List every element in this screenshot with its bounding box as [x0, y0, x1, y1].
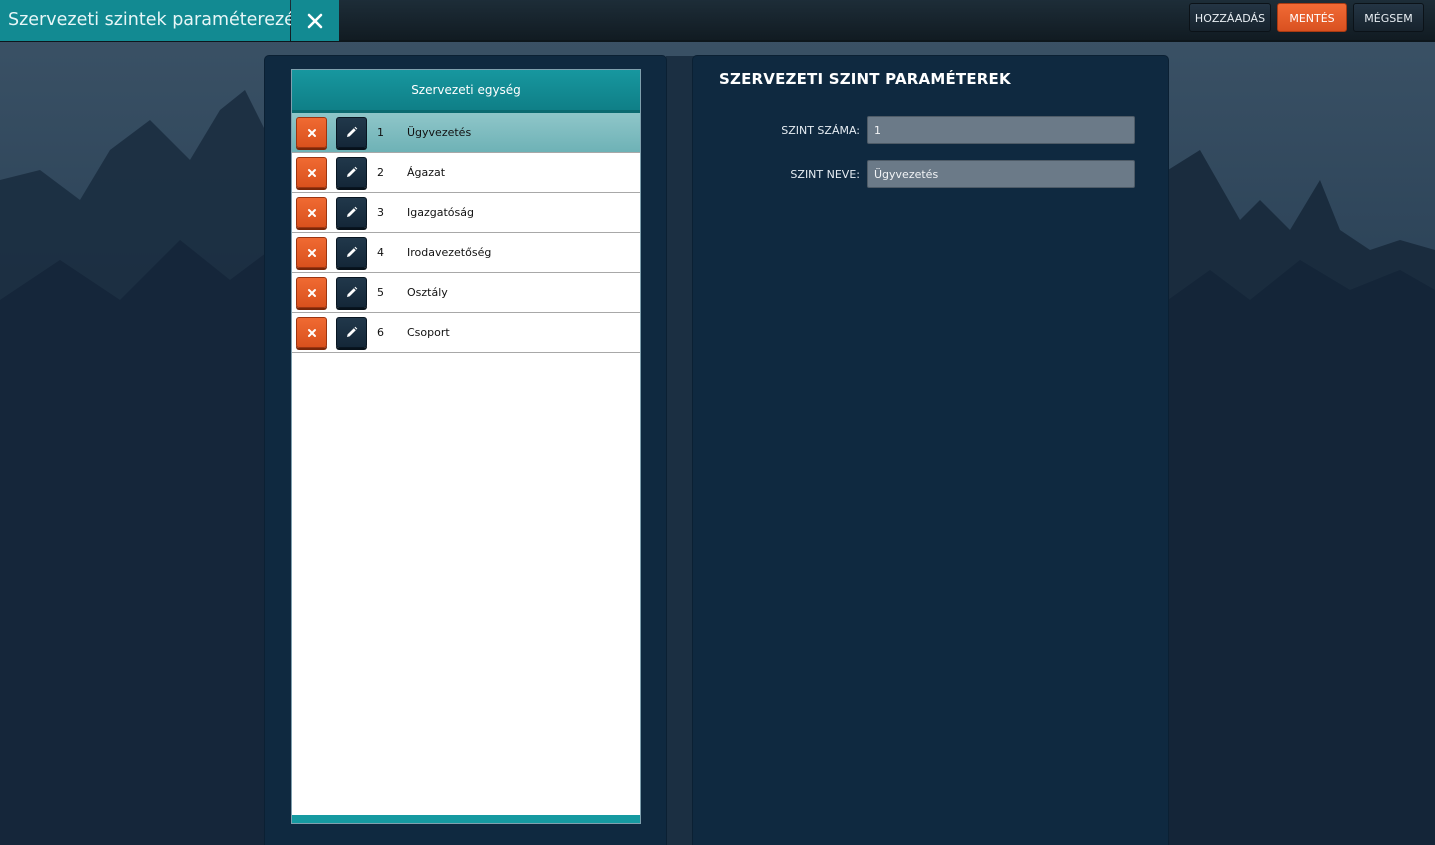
- delete-x-icon: [307, 128, 316, 137]
- close-icon: [307, 13, 323, 28]
- add-button[interactable]: HOZZÁADÁS: [1189, 3, 1271, 32]
- row-name: Igazgatóság: [407, 206, 474, 219]
- org-unit-grid: Szervezeti egység 1 Ügyvezetés 2 Ágazat: [291, 69, 641, 824]
- edit-button[interactable]: [336, 277, 367, 308]
- row-name: Ügyvezetés: [407, 126, 472, 139]
- delete-button[interactable]: [296, 277, 327, 308]
- delete-button[interactable]: [296, 317, 327, 348]
- close-button[interactable]: [291, 0, 339, 41]
- row-number: 6: [377, 326, 384, 339]
- edit-button[interactable]: [336, 197, 367, 228]
- delete-x-icon: [307, 328, 316, 337]
- grid-footer: [292, 815, 640, 823]
- row-name: Ágazat: [407, 166, 446, 179]
- delete-button[interactable]: [296, 157, 327, 188]
- edit-button[interactable]: [336, 237, 367, 268]
- delete-x-icon: [307, 288, 316, 297]
- table-row[interactable]: 2 Ágazat: [292, 153, 640, 193]
- delete-x-icon: [307, 168, 316, 177]
- row-name: Irodavezetőség: [407, 246, 492, 259]
- window-title: Szervezeti szintek paraméterezése: [0, 0, 315, 41]
- delete-button[interactable]: [296, 117, 327, 148]
- row-name: Csoport: [407, 326, 450, 339]
- level-name-field[interactable]: Ügyvezetés: [867, 160, 1135, 188]
- table-row[interactable]: 4 Irodavezetőség: [292, 233, 640, 273]
- row-number: 5: [377, 286, 384, 299]
- top-bar: Szervezeti szintek paraméterezése HOZZÁA…: [0, 0, 1435, 42]
- row-number: 2: [377, 166, 384, 179]
- pencil-icon: [347, 286, 358, 297]
- table-row[interactable]: 3 Igazgatóság: [292, 193, 640, 233]
- row-number: 3: [377, 206, 384, 219]
- row-number: 4: [377, 246, 384, 259]
- grid-header: Szervezeti egység: [292, 70, 640, 113]
- delete-x-icon: [307, 248, 316, 257]
- pencil-icon: [347, 126, 358, 137]
- table-row[interactable]: 1 Ügyvezetés: [292, 113, 640, 153]
- grid-body: 1 Ügyvezetés 2 Ágazat 3 Igazgatóság 4 Ir…: [292, 113, 640, 353]
- pencil-icon: [347, 206, 358, 217]
- save-button[interactable]: MENTÉS: [1277, 3, 1347, 32]
- row-number: 1: [377, 126, 384, 139]
- table-row[interactable]: 6 Csoport: [292, 313, 640, 353]
- pencil-icon: [347, 246, 358, 257]
- form-title: SZERVEZETI SZINT PARAMÉTEREK: [719, 70, 1011, 88]
- cancel-button[interactable]: MÉGSEM: [1353, 3, 1424, 32]
- edit-button[interactable]: [336, 117, 367, 148]
- row-name: Osztály: [407, 286, 448, 299]
- delete-button[interactable]: [296, 197, 327, 228]
- edit-button[interactable]: [336, 317, 367, 348]
- level-name-label: SZINT NEVE:: [790, 168, 860, 181]
- level-number-field[interactable]: 1: [867, 116, 1135, 144]
- pencil-icon: [347, 166, 358, 177]
- table-row[interactable]: 5 Osztály: [292, 273, 640, 313]
- delete-button[interactable]: [296, 237, 327, 268]
- delete-x-icon: [307, 208, 316, 217]
- edit-button[interactable]: [336, 157, 367, 188]
- pencil-icon: [347, 326, 358, 337]
- level-number-label: SZINT SZÁMA:: [781, 124, 860, 137]
